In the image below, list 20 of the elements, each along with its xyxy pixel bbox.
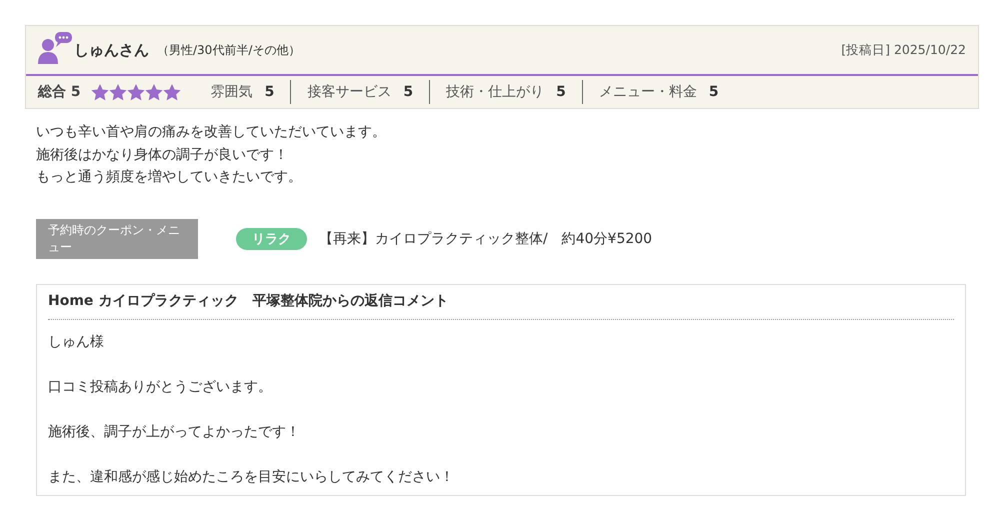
overall-rating: 総合 5 — [38, 83, 81, 101]
coupon-label: 予約時のクーポン・メニュー — [36, 218, 198, 258]
category-rating: 接客サービス 5 — [307, 83, 414, 101]
review-text: もっと通う頻度を増やしていきたいです。 — [36, 168, 303, 187]
review-text: いつも辛い首や肩の痛みを改善していただいています。 — [36, 123, 387, 142]
category-rating: 技術・仕上がり 5 — [446, 83, 566, 101]
category-rating: 雰囲気 5 — [210, 83, 274, 101]
review-text: 施術後はかなり身体の調子が良いです！ — [36, 146, 289, 164]
author-name: しゅんさん — [74, 40, 149, 60]
reply-text: しゅん様 — [48, 332, 105, 352]
author-profile: （男性/30代前半/その他） — [157, 42, 300, 58]
reply-text: また、違和感が感じ始めたころを目安にいらしてみてください！ — [48, 468, 455, 486]
reply-text: 施術後、調子が上がってよかったです！ — [48, 422, 301, 442]
coupon-menu: 【再来】カイロプラクティック整体/ 約40分¥5200 — [319, 230, 652, 248]
reply-title: Home カイロプラクティック 平塚整体院からの返信コメント — [48, 284, 954, 320]
user-comment-icon — [37, 31, 73, 65]
category-rating: メニュー・料金 5 — [598, 83, 719, 101]
posted-date: [投稿日] 2025/10/22 — [841, 42, 966, 58]
category-tag: リラク — [236, 228, 307, 250]
reply-text: 口コミ投稿ありがとうございます。 — [48, 378, 273, 396]
